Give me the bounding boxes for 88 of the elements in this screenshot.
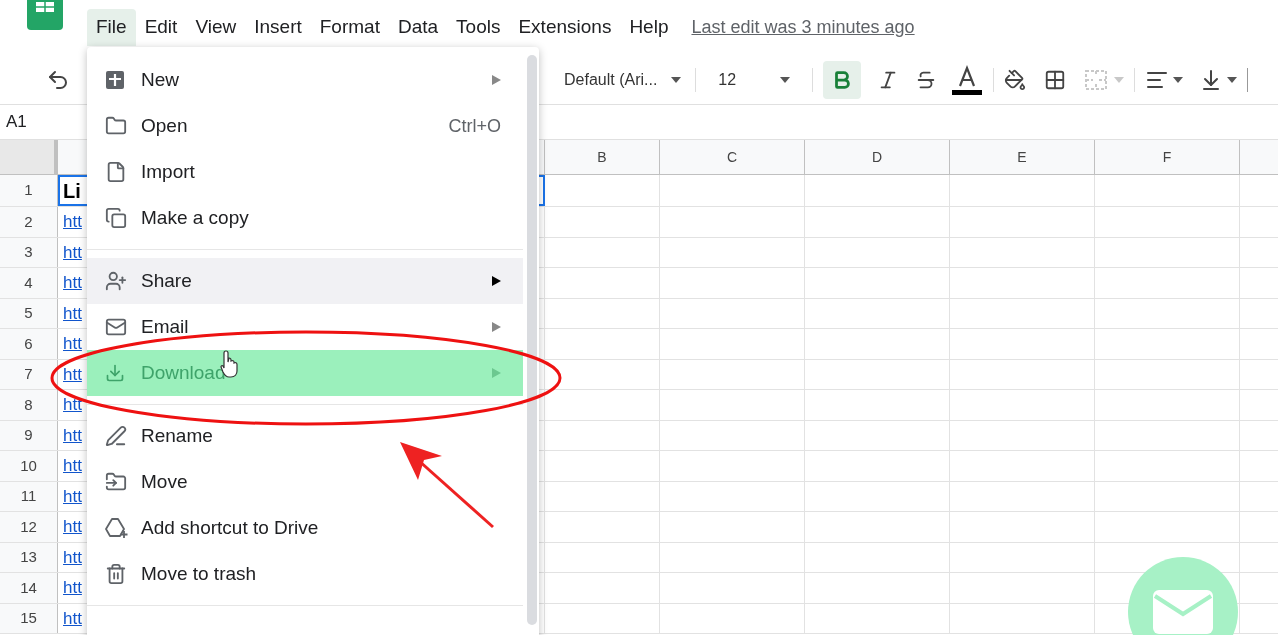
trash-icon	[105, 563, 127, 585]
mail-fab[interactable]	[1128, 557, 1238, 635]
mail-icon	[105, 316, 127, 338]
link[interactable]: htt	[63, 453, 82, 479]
column-header[interactable]: D	[805, 140, 950, 174]
column-header[interactable]: C	[660, 140, 805, 174]
link[interactable]: htt	[63, 483, 82, 509]
link[interactable]: htt	[63, 575, 82, 601]
folder-move-icon	[105, 471, 127, 493]
link[interactable]: htt	[63, 300, 82, 326]
person-add-icon	[105, 270, 127, 292]
merge-cells-icon	[1084, 68, 1109, 91]
scrollbar[interactable]	[527, 55, 537, 625]
menu-item[interactable]: File	[87, 9, 136, 46]
menu-item[interactable]: Rename	[87, 413, 523, 459]
mail-icon	[1153, 590, 1213, 634]
caret-icon	[671, 76, 682, 83]
paint-bucket-icon[interactable]	[1004, 68, 1027, 91]
menu-item[interactable]: Import	[87, 149, 523, 195]
menu-item[interactable]: Open Ctrl+O	[87, 103, 523, 149]
copy-icon	[105, 207, 127, 229]
submenu-arrow-icon	[492, 75, 501, 85]
last-edit-link[interactable]: Last edit was 3 minutes ago	[691, 13, 915, 41]
select-all-corner[interactable]	[0, 140, 58, 174]
menu-item[interactable]: Extensions	[509, 9, 621, 46]
drive-shortcut-icon	[105, 517, 129, 539]
submenu-arrow-icon	[492, 368, 501, 378]
plus-square-icon	[105, 70, 125, 90]
row-header[interactable]: 13	[0, 542, 58, 572]
row-header[interactable]: 15	[0, 603, 58, 633]
menu-item[interactable]: Tools	[447, 9, 510, 46]
menu-item[interactable]: Format	[310, 9, 389, 46]
row-header[interactable]: 14	[0, 573, 58, 603]
pen-icon	[105, 425, 127, 447]
column-header[interactable]: B	[545, 140, 660, 174]
font-dropdown[interactable]: Default (Ari...	[560, 67, 686, 92]
caret-icon	[1173, 76, 1184, 83]
link[interactable]: htt	[63, 239, 82, 265]
link[interactable]: htt	[63, 392, 82, 418]
row-header[interactable]: 9	[0, 420, 58, 450]
link[interactable]: htt	[63, 544, 82, 570]
column-header[interactable]: F	[1095, 140, 1240, 174]
row-header[interactable]: 1	[0, 175, 58, 206]
menu-item[interactable]: Move	[87, 459, 523, 505]
link[interactable]: htt	[63, 270, 82, 296]
link[interactable]: htt	[63, 209, 82, 235]
name-box[interactable]: A1	[6, 109, 27, 135]
column-header[interactable]: E	[950, 140, 1095, 174]
link[interactable]: htt	[63, 514, 82, 540]
borders-icon[interactable]	[1044, 68, 1067, 91]
row-header[interactable]: 4	[0, 268, 58, 298]
text-color-icon[interactable]	[951, 63, 984, 96]
download-icon	[105, 363, 125, 383]
menu-item[interactable]: Make a copy	[87, 195, 523, 241]
row-header[interactable]: 8	[0, 390, 58, 420]
menu-item[interactable]: Help	[620, 9, 678, 46]
row-header[interactable]: 5	[0, 298, 58, 328]
file-icon	[105, 161, 127, 183]
submenu-arrow-icon	[492, 276, 501, 286]
link[interactable]: htt	[63, 361, 82, 387]
menu-item[interactable]: Add shortcut to Drive	[87, 505, 523, 551]
link[interactable]: htt	[63, 422, 82, 448]
row-header[interactable]: 11	[0, 481, 58, 511]
submenu-arrow-icon	[492, 322, 501, 332]
row-header[interactable]: 2	[0, 207, 58, 237]
bold-button[interactable]	[823, 60, 862, 99]
row-header[interactable]: 12	[0, 512, 58, 542]
row-header[interactable]: 6	[0, 329, 58, 359]
link[interactable]: htt	[63, 331, 82, 357]
cell-text: Li	[63, 178, 81, 204]
menu-item[interactable]: Insert	[245, 9, 311, 46]
menu-item[interactable]: New	[87, 57, 523, 103]
menu-item[interactable]: Move to trash	[87, 551, 523, 597]
menu-item[interactable]: Edit	[135, 9, 187, 46]
row-header[interactable]: 7	[0, 359, 58, 389]
link[interactable]: htt	[63, 605, 82, 631]
menu-item[interactable]: View	[186, 9, 246, 46]
menu-item[interactable]: Email	[87, 304, 523, 350]
shortcut-text: Ctrl+O	[448, 114, 501, 138]
folder-icon	[105, 115, 127, 137]
caret-icon	[780, 76, 791, 83]
row-header[interactable]: 10	[0, 451, 58, 481]
font-size-dropdown[interactable]: 12	[706, 67, 803, 92]
caret-icon	[1114, 76, 1125, 83]
menu-item[interactable]: Data	[388, 9, 448, 46]
menu-item[interactable]: Share	[87, 258, 523, 304]
row-header[interactable]: 3	[0, 237, 58, 267]
caret-icon	[1227, 76, 1238, 83]
